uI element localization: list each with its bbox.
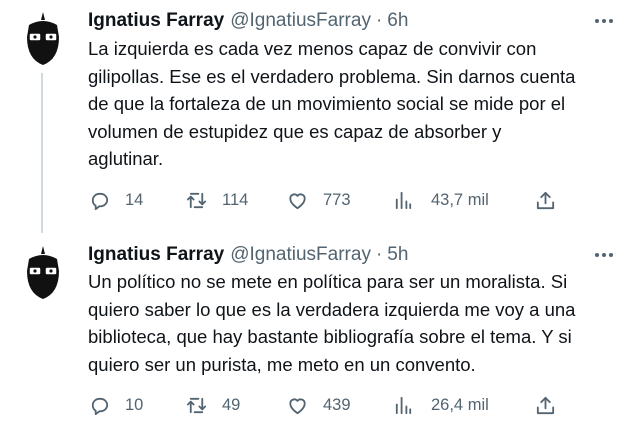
views-button[interactable]: 43,7 mil bbox=[392, 186, 489, 214]
separator-dot: · bbox=[375, 244, 383, 265]
display-name[interactable]: Ignatius Farray bbox=[88, 244, 224, 266]
retweet-icon bbox=[186, 192, 207, 208]
user-handle[interactable]: @IgnatiusFarray bbox=[230, 10, 371, 32]
tweet-text: Un político no se mete en política para … bbox=[88, 271, 576, 375]
retweet-button[interactable]: 49 bbox=[185, 391, 240, 419]
share-button[interactable] bbox=[534, 186, 557, 214]
share-icon bbox=[536, 396, 555, 414]
reply-count: 14 bbox=[125, 190, 144, 209]
tweet[interactable]: Ignatius Farray @IgnatiusFarray · 6h La … bbox=[0, 0, 630, 233]
views-count: 43,7 mil bbox=[431, 190, 489, 209]
avatar-illustration bbox=[13, 243, 73, 303]
reply-count: 10 bbox=[125, 395, 144, 414]
like-button[interactable]: 773 bbox=[286, 186, 351, 214]
retweet-button[interactable]: 114 bbox=[185, 186, 248, 214]
user-handle[interactable]: @IgnatiusFarray bbox=[230, 244, 371, 266]
more-icon bbox=[595, 253, 613, 257]
like-icon bbox=[289, 398, 306, 414]
tweet-header: Ignatius Farray @IgnatiusFarray · 6h bbox=[88, 9, 408, 33]
retweet-icon bbox=[186, 397, 207, 413]
tweet-actions: 10 49 439 26,4 mil bbox=[88, 391, 568, 419]
avatar[interactable] bbox=[13, 9, 73, 69]
reply-button[interactable]: 14 bbox=[88, 186, 143, 214]
views-icon bbox=[395, 396, 412, 414]
tweet-text: La izquierda es cada vez menos capaz de … bbox=[88, 38, 576, 170]
reply-icon bbox=[91, 192, 109, 210]
retweet-count: 114 bbox=[222, 190, 249, 209]
separator-dot: · bbox=[375, 10, 383, 31]
views-icon bbox=[395, 191, 412, 209]
tweet-header: Ignatius Farray @IgnatiusFarray · 5h bbox=[88, 243, 408, 267]
retweet-count: 49 bbox=[222, 395, 241, 414]
more-options-button[interactable] bbox=[590, 245, 618, 265]
reply-icon bbox=[91, 397, 109, 415]
like-button[interactable]: 439 bbox=[286, 391, 351, 419]
like-count: 439 bbox=[323, 395, 351, 414]
share-button[interactable] bbox=[534, 391, 557, 419]
like-count: 773 bbox=[323, 190, 351, 209]
tweet-actions: 14 114 773 43,7 mil bbox=[88, 186, 568, 214]
tweet[interactable]: Ignatius Farray @IgnatiusFarray · 5h Un … bbox=[0, 226, 630, 426]
avatar-illustration bbox=[13, 9, 73, 69]
like-icon bbox=[289, 193, 306, 209]
share-icon bbox=[536, 191, 555, 209]
timestamp[interactable]: 5h bbox=[387, 244, 408, 266]
more-icon bbox=[595, 19, 613, 23]
views-button[interactable]: 26,4 mil bbox=[392, 391, 489, 419]
timestamp[interactable]: 6h bbox=[387, 10, 408, 32]
views-count: 26,4 mil bbox=[431, 395, 489, 414]
thread-connector bbox=[41, 73, 43, 233]
avatar[interactable] bbox=[13, 243, 73, 303]
reply-button[interactable]: 10 bbox=[88, 391, 143, 419]
display-name[interactable]: Ignatius Farray bbox=[88, 10, 224, 32]
more-options-button[interactable] bbox=[590, 11, 618, 31]
